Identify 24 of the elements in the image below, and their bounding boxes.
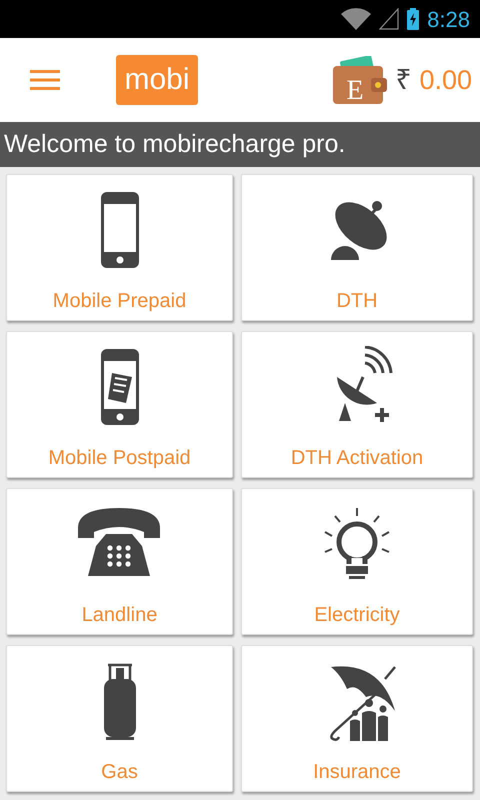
service-tile[interactable]: Electricity [241,488,473,635]
service-label: DTH [336,289,378,314]
service-tile[interactable]: Mobile Prepaid [6,174,233,321]
service-tile[interactable]: DTH Activation [241,331,473,478]
wifi-icon [341,8,372,30]
logo: mobi [116,55,198,105]
service-label: Electricity [314,603,400,628]
service-tile[interactable]: Landline [6,488,233,635]
service-label: Gas [101,760,138,785]
service-tile[interactable]: DTH [241,174,473,321]
service-tile[interactable]: Mobile Postpaid [6,331,233,478]
currency-symbol: ₹ [395,63,412,97]
welcome-banner: Welcome to mobirecharge pro. [0,122,480,167]
clock: 8:28 [427,6,470,34]
service-tile[interactable]: Gas [6,645,233,792]
service-tile[interactable]: Insurance [241,645,473,792]
service-label: Mobile Postpaid [48,446,191,471]
signal-icon [379,8,400,30]
service-label: DTH Activation [290,446,424,471]
service-label: Mobile Prepaid [52,289,186,314]
wallet-balance: 0.00 [419,64,472,97]
service-label: Insurance [313,760,401,785]
service-label: Landline [82,603,158,628]
battery-icon [407,8,420,30]
